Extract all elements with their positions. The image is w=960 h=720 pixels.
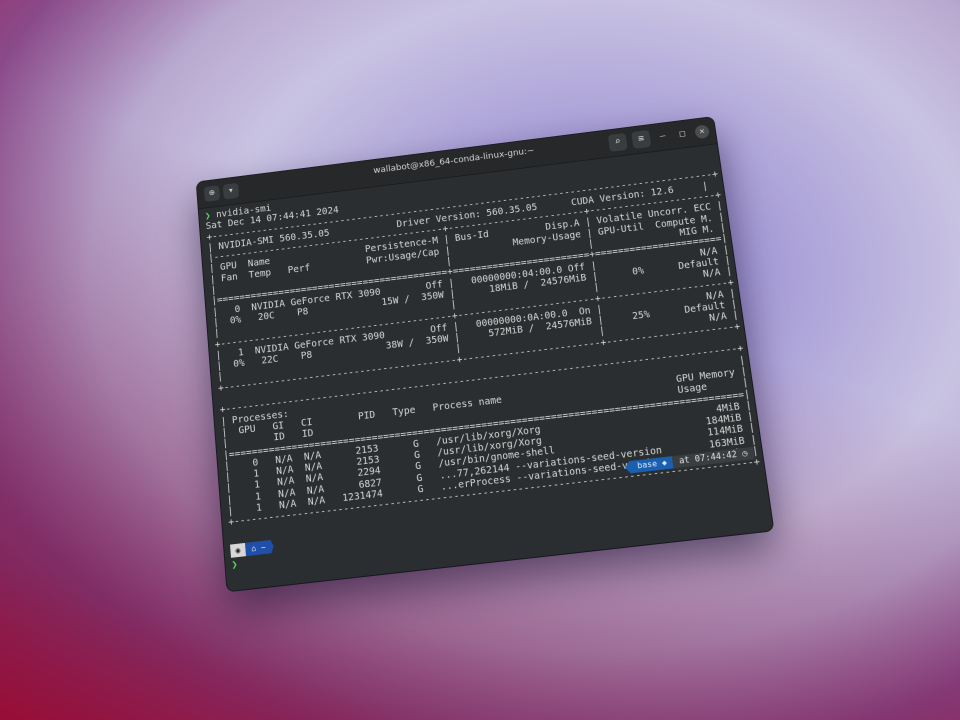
input-prompt[interactable]: ❯ xyxy=(231,559,238,571)
nvidia-smi-output: Sat Dec 14 07:44:41 2024 +---------------… xyxy=(205,158,760,529)
directory-label: ~ xyxy=(260,542,267,553)
terminal-window[interactable]: ⊕ ▾ wallabot@x86_64-conda-linux-gnu:~ ⌕ … xyxy=(196,117,774,592)
env-label: base xyxy=(636,459,658,471)
time-prefix: at xyxy=(678,455,691,467)
close-icon[interactable]: ✕ xyxy=(694,124,710,140)
clock-icon: ◷ xyxy=(741,448,749,460)
home-icon: ⌂ xyxy=(250,543,257,554)
terminal-output[interactable]: ❯ nvidia-smi Sat Dec 14 07:44:41 2024 +--… xyxy=(199,144,764,530)
directory-segment: ⌂ ~ xyxy=(245,540,274,556)
python-icon: ◆ xyxy=(661,457,668,468)
minimize-icon[interactable]: – xyxy=(655,129,671,144)
maximize-icon[interactable]: □ xyxy=(675,127,691,142)
prompt-arrow-icon: ❯ xyxy=(231,559,239,572)
search-icon[interactable]: ⌕ xyxy=(607,132,628,152)
prompt-arrow-icon: ❯ xyxy=(204,210,211,222)
hamburger-menu-icon[interactable]: ≡ xyxy=(631,129,652,149)
ubuntu-icon: ◉ xyxy=(230,542,246,558)
